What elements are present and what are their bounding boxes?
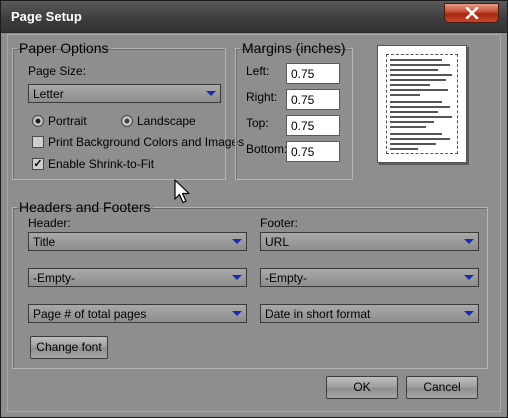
chevron-down-icon <box>206 91 216 96</box>
preview-line <box>390 79 446 81</box>
left-margin-label: Left: <box>246 64 270 78</box>
shrink-to-fit-checkbox[interactable]: ✓ <box>32 158 44 170</box>
cancel-button[interactable]: Cancel <box>406 376 478 399</box>
dialog-title: Page Setup <box>11 9 82 24</box>
page-size-value: Letter <box>33 87 64 101</box>
landscape-radio[interactable] <box>121 115 133 127</box>
header-dropdown-3[interactable]: Page # of total pages <box>28 304 247 323</box>
preview-line <box>390 126 426 128</box>
header-value-2: -Empty- <box>33 271 75 285</box>
header-value-1: Title <box>33 235 56 249</box>
shrink-to-fit-label: Enable Shrink-to-Fit <box>48 157 155 171</box>
preview-line <box>390 64 450 66</box>
footer-dropdown-2[interactable]: -Empty- <box>260 268 479 287</box>
chevron-down-icon <box>232 275 242 280</box>
preview-line <box>390 143 436 145</box>
print-background-label: Print Background Colors and Images <box>48 135 245 149</box>
ok-button[interactable]: OK <box>326 376 398 399</box>
header-label: Header: <box>28 216 71 230</box>
portrait-label: Portrait <box>48 114 87 128</box>
top-margin-input[interactable]: 0.75 <box>286 115 340 136</box>
top-margin-label: Top: <box>246 116 269 130</box>
header-dropdown-1[interactable]: Title <box>28 232 247 251</box>
right-margin-label: Right: <box>246 90 278 104</box>
footer-label: Footer: <box>260 216 299 230</box>
preview-printable-area <box>386 54 458 154</box>
left-margin-input[interactable]: 0.75 <box>286 63 340 84</box>
page-size-dropdown[interactable]: Letter <box>28 84 221 103</box>
page-preview <box>377 45 467 163</box>
header-value-3: Page # of total pages <box>33 307 147 321</box>
footer-value-3: Date in short format <box>265 307 371 321</box>
header-dropdown-2[interactable]: -Empty- <box>28 268 247 287</box>
page-setup-dialog: Page Setup Paper Options Page Size: Lett… <box>0 0 508 418</box>
bottom-margin-label: Bottom: <box>246 142 288 156</box>
chevron-down-icon <box>464 311 474 316</box>
chevron-down-icon <box>232 311 242 316</box>
close-icon <box>465 7 478 19</box>
right-margin-input[interactable]: 0.75 <box>286 89 340 110</box>
footer-value-2: -Empty- <box>265 271 307 285</box>
title-bar[interactable]: Page Setup <box>1 1 507 33</box>
preview-line <box>390 106 450 108</box>
chevron-down-icon <box>232 239 242 244</box>
landscape-label: Landscape <box>137 114 196 128</box>
preview-line <box>390 74 452 76</box>
paper-options-legend: Paper Options <box>19 40 109 56</box>
preview-line <box>390 111 438 113</box>
footer-value-1: URL <box>265 235 290 249</box>
preview-line <box>390 121 434 123</box>
footer-dropdown-1[interactable]: URL <box>260 232 479 251</box>
preview-line <box>390 94 420 96</box>
mouse-pointer-icon <box>174 179 190 204</box>
preview-line <box>390 69 438 71</box>
preview-line <box>390 133 442 135</box>
preview-line <box>390 84 430 86</box>
chevron-down-icon <box>464 275 474 280</box>
page-size-label: Page Size: <box>28 64 87 78</box>
margins-legend: Margins (inches) <box>242 40 346 56</box>
footer-dropdown-3[interactable]: Date in short format <box>260 304 479 323</box>
portrait-radio[interactable] <box>32 115 44 127</box>
bottom-margin-input[interactable]: 0.75 <box>286 141 340 162</box>
dialog-content: Paper Options Page Size: Letter Portrait… <box>7 34 501 412</box>
preview-line <box>390 89 448 91</box>
preview-line <box>390 138 450 140</box>
print-background-checkbox[interactable] <box>32 136 44 148</box>
preview-line <box>390 148 418 150</box>
preview-line <box>390 116 452 118</box>
headers-footers-legend: Headers and Footers <box>19 199 151 215</box>
chevron-down-icon <box>464 239 474 244</box>
change-font-button[interactable]: Change font <box>30 336 108 359</box>
preview-line <box>390 59 442 61</box>
preview-line <box>390 101 442 103</box>
close-button[interactable] <box>444 3 499 23</box>
